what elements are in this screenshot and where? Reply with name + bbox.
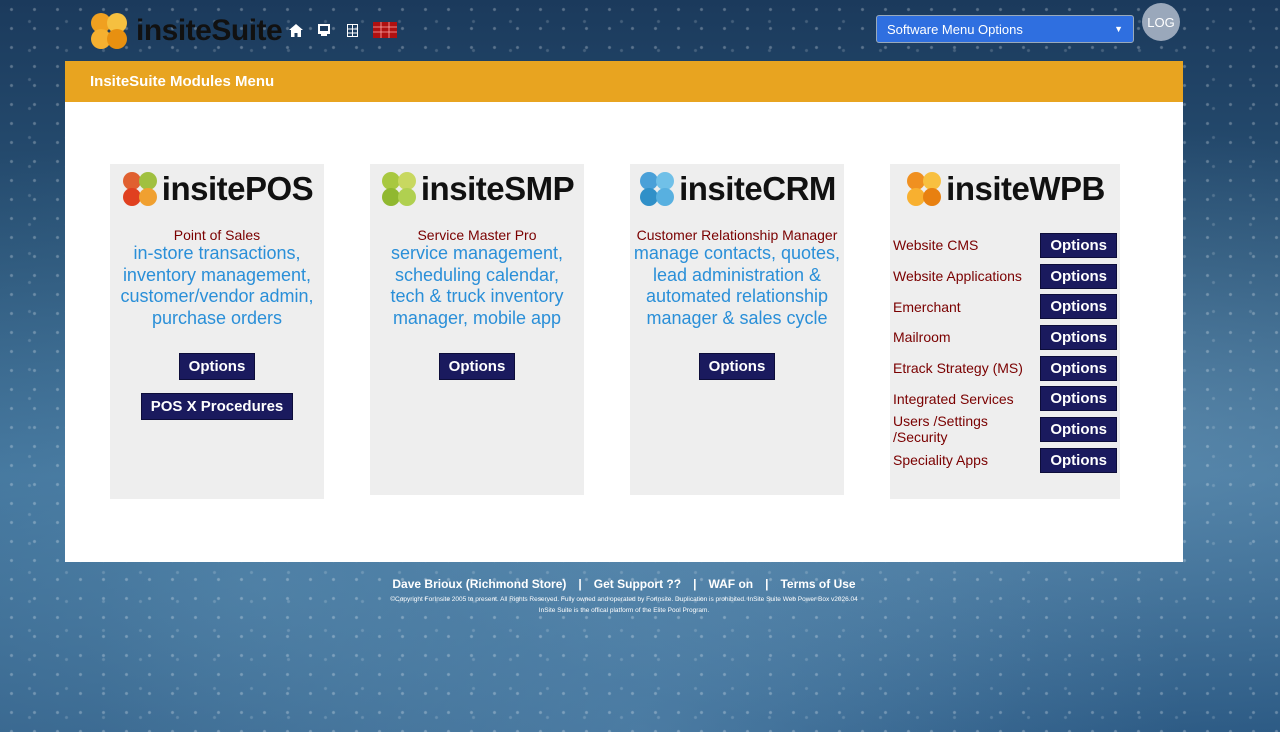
wpb-option-row: Emerchant Options [890,291,1120,322]
smp-options-button[interactable]: Options [438,353,516,380]
monitor-icon[interactable] [316,22,332,38]
crm-logo-icon [640,172,675,206]
wpb-options-button[interactable]: Options [1040,232,1117,258]
software-menu-select-value: Software Menu Options [887,21,1023,37]
pos-logo: insitePOS [110,170,324,208]
wpb-options-button[interactable]: Options [1040,416,1117,442]
footer-user-link[interactable]: Dave Brioux (Richmond Store) [392,577,566,591]
wpb-options-button[interactable]: Options [1040,324,1117,350]
module-title: insiteCRM [679,170,836,207]
footer-separator: | [693,577,697,591]
module-subtitle: Point of Sales [173,227,261,243]
wpb-options-list: Website CMS Options Website Applications Op… [890,230,1120,476]
brand-name: insiteSuite [136,14,283,47]
footer: Dave Brioux (Richmond Store) | Get Support… [0,577,1248,616]
wpb-option-row: Website Applications Options [890,261,1120,292]
wpb-option-label: Website Applications [893,268,1022,285]
wpb-options-button[interactable]: Options [1040,386,1117,412]
wpb-option-label: Emerchant [893,298,961,315]
footer-waf-link[interactable]: WAF on [708,577,753,591]
calendar-icon[interactable] [372,22,398,38]
log-button[interactable]: LOG [1142,3,1180,41]
crm-options-button[interactable]: Options [698,353,776,380]
wpb-option-row: Etrack Strategy (MS) Options [890,353,1120,384]
wpb-option-row: Mailroom Options [890,322,1120,353]
wpb-option-row: Speciality Apps Options [890,445,1120,476]
module-card-pos: insitePOS Point of Sales in-store transa… [110,164,324,499]
calculator-icon[interactable] [344,22,360,38]
brand-logo-icon [91,13,127,49]
chevron-down-icon: ▼ [1114,24,1123,34]
footer-terms-link[interactable]: Terms of Use [780,577,855,591]
footer-support-link[interactable]: Get Support ?? [594,577,681,591]
module-subtitle: Service Master Pro [417,227,537,243]
module-card-crm: insiteCRM Customer Relationship Manager … [630,164,844,495]
module-subtitle: Customer Relationship Manager [636,227,838,243]
footer-platform: InSite Suite is the offical platform of … [538,607,710,614]
wpb-option-label: Speciality Apps [893,452,988,469]
module-title: insiteSMP [420,170,575,207]
wpb-option-row: Users /Settings /Security Options [890,413,1120,446]
footer-separator: | [578,577,582,591]
wpb-option-label: Website CMS [893,237,979,254]
brand-logo[interactable]: insiteSuite [88,10,283,52]
wpb-options-button[interactable]: Options [1040,355,1117,381]
wpb-option-label: Integrated Services [893,390,1014,407]
wpb-option-label: Users /Settings /Security [893,413,988,446]
footer-separator: | [765,577,769,591]
smp-logo-icon [381,172,416,206]
footer-links: Dave Brioux (Richmond Store) | Get Support… [0,577,1248,591]
footer-copyright: ©Copyright ForInsite 2005 to present. Al… [390,596,858,603]
module-description: in-store transactions, inventory managem… [120,243,314,328]
wpb-options-button[interactable]: Options [1040,263,1117,289]
wpb-option-row: Website CMS Options [890,230,1120,261]
wpb-logo-icon [907,172,942,206]
crm-logo: insiteCRM [630,170,844,208]
pos-options-button[interactable]: Options [178,353,256,380]
pos-logo-icon [122,172,157,206]
modules-panel: InsiteSuite Modules Menu insitePOS Point… [65,61,1183,562]
module-card-smp: insiteSMP Service Master Pro service man… [370,164,584,495]
smp-logo: insiteSMP [370,170,584,208]
module-description: manage contacts, quotes, lead administra… [633,243,841,328]
module-title: insiteWPB [946,170,1105,207]
module-card-wpb: insiteWPB Website CMS Options Website Appl… [890,164,1120,499]
software-menu-select[interactable]: Software Menu Options ▼ [876,15,1134,43]
wpb-logo: insiteWPB [890,170,1120,208]
wpb-options-button[interactable]: Options [1040,294,1117,320]
wpb-option-label: Etrack Strategy (MS) [893,360,1023,377]
wpb-option-label: Mailroom [893,329,951,346]
toolbar [288,22,398,38]
pos-x-procedures-button[interactable]: POS X Procedures [140,393,294,420]
home-icon[interactable] [288,22,304,38]
wpb-options-button[interactable]: Options [1040,447,1117,473]
panel-title: InsiteSuite Modules Menu [65,61,1183,102]
wpb-option-row: Integrated Services Options [890,383,1120,414]
module-title: insitePOS [161,170,314,207]
module-description: service management, scheduling calendar,… [390,243,564,328]
